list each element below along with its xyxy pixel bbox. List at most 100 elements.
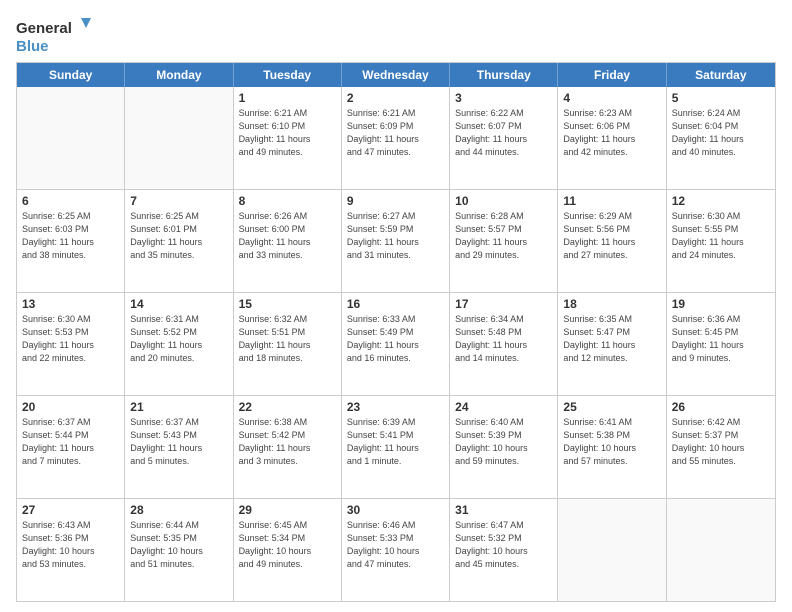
- day-number: 7: [130, 194, 227, 208]
- day-cell: 12 Sunrise: 6:30 AM Sunset: 5:55 PM Dayli…: [667, 190, 775, 292]
- day-cell: 13Sunrise: 6:30 AM Sunset: 5:53 PM Dayli…: [17, 293, 125, 395]
- day-number: 10: [455, 194, 552, 208]
- day-info: Sunrise: 6:35 AM Sunset: 5:47 PM Dayligh…: [563, 313, 660, 365]
- calendar-row-1: 1 Sunrise: 6:21 AM Sunset: 6:10 PM Daylig…: [17, 87, 775, 189]
- day-info: Sunrise: 6:44 AM Sunset: 5:35 PM Dayligh…: [130, 519, 227, 571]
- day-number: 27: [22, 503, 119, 517]
- svg-text:General: General: [16, 20, 72, 37]
- day-info: Sunrise: 6:36 AM Sunset: 5:45 PM Dayligh…: [672, 313, 770, 365]
- day-info: Sunrise: 6:28 AM Sunset: 5:57 PM Dayligh…: [455, 210, 552, 262]
- day-number: 4: [563, 91, 660, 105]
- day-number: 1: [239, 91, 336, 105]
- day-info: Sunrise: 6:32 AM Sunset: 5:51 PM Dayligh…: [239, 313, 336, 365]
- day-number: 24: [455, 400, 552, 414]
- day-cell: [125, 87, 233, 189]
- day-cell: 25 Sunrise: 6:41 AM Sunset: 5:38 PM Dayli…: [558, 396, 666, 498]
- weekday-header-friday: Friday: [558, 63, 666, 87]
- day-info: Sunrise: 6:27 AM Sunset: 5:59 PM Dayligh…: [347, 210, 444, 262]
- day-cell: 20Sunrise: 6:37 AM Sunset: 5:44 PM Dayli…: [17, 396, 125, 498]
- weekday-header-wednesday: Wednesday: [342, 63, 450, 87]
- day-cell: 24 Sunrise: 6:40 AM Sunset: 5:39 PM Dayli…: [450, 396, 558, 498]
- day-number: 19: [672, 297, 770, 311]
- day-cell: 8 Sunrise: 6:26 AM Sunset: 6:00 PM Daylig…: [234, 190, 342, 292]
- day-cell: 2 Sunrise: 6:21 AM Sunset: 6:09 PM Daylig…: [342, 87, 450, 189]
- day-cell: 15 Sunrise: 6:32 AM Sunset: 5:51 PM Dayli…: [234, 293, 342, 395]
- day-number: 2: [347, 91, 444, 105]
- day-info: Sunrise: 6:25 AM Sunset: 6:01 PM Dayligh…: [130, 210, 227, 262]
- header: GeneralBlue: [16, 16, 776, 56]
- day-number: 17: [455, 297, 552, 311]
- day-number: 25: [563, 400, 660, 414]
- day-info: Sunrise: 6:38 AM Sunset: 5:42 PM Dayligh…: [239, 416, 336, 468]
- day-info: Sunrise: 6:34 AM Sunset: 5:48 PM Dayligh…: [455, 313, 552, 365]
- day-info: Sunrise: 6:40 AM Sunset: 5:39 PM Dayligh…: [455, 416, 552, 468]
- day-number: 15: [239, 297, 336, 311]
- day-cell: 1 Sunrise: 6:21 AM Sunset: 6:10 PM Daylig…: [234, 87, 342, 189]
- day-info: Sunrise: 6:41 AM Sunset: 5:38 PM Dayligh…: [563, 416, 660, 468]
- day-number: 11: [563, 194, 660, 208]
- weekday-header-sunday: Sunday: [17, 63, 125, 87]
- day-number: 16: [347, 297, 444, 311]
- day-number: 8: [239, 194, 336, 208]
- day-cell: 7 Sunrise: 6:25 AM Sunset: 6:01 PM Daylig…: [125, 190, 233, 292]
- day-cell: 17 Sunrise: 6:34 AM Sunset: 5:48 PM Dayli…: [450, 293, 558, 395]
- calendar-row-2: 6Sunrise: 6:25 AM Sunset: 6:03 PM Daylig…: [17, 189, 775, 292]
- day-number: 26: [672, 400, 770, 414]
- day-info: Sunrise: 6:37 AM Sunset: 5:44 PM Dayligh…: [22, 416, 119, 468]
- day-cell: [17, 87, 125, 189]
- weekday-header-thursday: Thursday: [450, 63, 558, 87]
- day-info: Sunrise: 6:33 AM Sunset: 5:49 PM Dayligh…: [347, 313, 444, 365]
- day-number: 9: [347, 194, 444, 208]
- day-number: 12: [672, 194, 770, 208]
- logo: GeneralBlue: [16, 16, 96, 56]
- day-number: 14: [130, 297, 227, 311]
- calendar-row-3: 13Sunrise: 6:30 AM Sunset: 5:53 PM Dayli…: [17, 292, 775, 395]
- day-info: Sunrise: 6:45 AM Sunset: 5:34 PM Dayligh…: [239, 519, 336, 571]
- calendar-body: 1 Sunrise: 6:21 AM Sunset: 6:10 PM Daylig…: [17, 87, 775, 601]
- day-cell: 18 Sunrise: 6:35 AM Sunset: 5:47 PM Dayli…: [558, 293, 666, 395]
- day-number: 21: [130, 400, 227, 414]
- day-cell: [558, 499, 666, 601]
- calendar: SundayMondayTuesdayWednesdayThursdayFrid…: [16, 62, 776, 602]
- day-cell: 4 Sunrise: 6:23 AM Sunset: 6:06 PM Daylig…: [558, 87, 666, 189]
- day-info: Sunrise: 6:31 AM Sunset: 5:52 PM Dayligh…: [130, 313, 227, 365]
- day-number: 3: [455, 91, 552, 105]
- day-info: Sunrise: 6:39 AM Sunset: 5:41 PM Dayligh…: [347, 416, 444, 468]
- day-cell: 31Sunrise: 6:47 AM Sunset: 5:32 PM Dayli…: [450, 499, 558, 601]
- day-number: 23: [347, 400, 444, 414]
- day-cell: 11 Sunrise: 6:29 AM Sunset: 5:56 PM Dayli…: [558, 190, 666, 292]
- day-info: Sunrise: 6:29 AM Sunset: 5:56 PM Dayligh…: [563, 210, 660, 262]
- day-cell: [667, 499, 775, 601]
- day-info: Sunrise: 6:25 AM Sunset: 6:03 PM Dayligh…: [22, 210, 119, 262]
- calendar-row-4: 20Sunrise: 6:37 AM Sunset: 5:44 PM Dayli…: [17, 395, 775, 498]
- logo-svg: GeneralBlue: [16, 16, 96, 56]
- day-info: Sunrise: 6:26 AM Sunset: 6:00 PM Dayligh…: [239, 210, 336, 262]
- weekday-header-saturday: Saturday: [667, 63, 775, 87]
- day-info: Sunrise: 6:43 AM Sunset: 5:36 PM Dayligh…: [22, 519, 119, 571]
- day-cell: 22 Sunrise: 6:38 AM Sunset: 5:42 PM Dayli…: [234, 396, 342, 498]
- day-info: Sunrise: 6:30 AM Sunset: 5:55 PM Dayligh…: [672, 210, 770, 262]
- weekday-header-monday: Monday: [125, 63, 233, 87]
- day-info: Sunrise: 6:30 AM Sunset: 5:53 PM Dayligh…: [22, 313, 119, 365]
- day-cell: 30Sunrise: 6:46 AM Sunset: 5:33 PM Dayli…: [342, 499, 450, 601]
- day-number: 18: [563, 297, 660, 311]
- calendar-header: SundayMondayTuesdayWednesdayThursdayFrid…: [17, 63, 775, 87]
- day-cell: 16 Sunrise: 6:33 AM Sunset: 5:49 PM Dayli…: [342, 293, 450, 395]
- day-cell: 21Sunrise: 6:37 AM Sunset: 5:43 PM Dayli…: [125, 396, 233, 498]
- day-cell: 19 Sunrise: 6:36 AM Sunset: 5:45 PM Dayli…: [667, 293, 775, 395]
- weekday-header-tuesday: Tuesday: [234, 63, 342, 87]
- day-cell: 3 Sunrise: 6:22 AM Sunset: 6:07 PM Daylig…: [450, 87, 558, 189]
- day-info: Sunrise: 6:22 AM Sunset: 6:07 PM Dayligh…: [455, 107, 552, 159]
- day-info: Sunrise: 6:21 AM Sunset: 6:09 PM Dayligh…: [347, 107, 444, 159]
- day-info: Sunrise: 6:21 AM Sunset: 6:10 PM Dayligh…: [239, 107, 336, 159]
- day-cell: 14 Sunrise: 6:31 AM Sunset: 5:52 PM Dayli…: [125, 293, 233, 395]
- day-cell: 26Sunrise: 6:42 AM Sunset: 5:37 PM Dayli…: [667, 396, 775, 498]
- day-info: Sunrise: 6:47 AM Sunset: 5:32 PM Dayligh…: [455, 519, 552, 571]
- svg-text:Blue: Blue: [16, 38, 49, 55]
- day-number: 22: [239, 400, 336, 414]
- day-cell: 5Sunrise: 6:24 AM Sunset: 6:04 PM Daylig…: [667, 87, 775, 189]
- day-info: Sunrise: 6:23 AM Sunset: 6:06 PM Dayligh…: [563, 107, 660, 159]
- day-info: Sunrise: 6:46 AM Sunset: 5:33 PM Dayligh…: [347, 519, 444, 571]
- day-cell: 9 Sunrise: 6:27 AM Sunset: 5:59 PM Daylig…: [342, 190, 450, 292]
- day-cell: 28Sunrise: 6:44 AM Sunset: 5:35 PM Dayli…: [125, 499, 233, 601]
